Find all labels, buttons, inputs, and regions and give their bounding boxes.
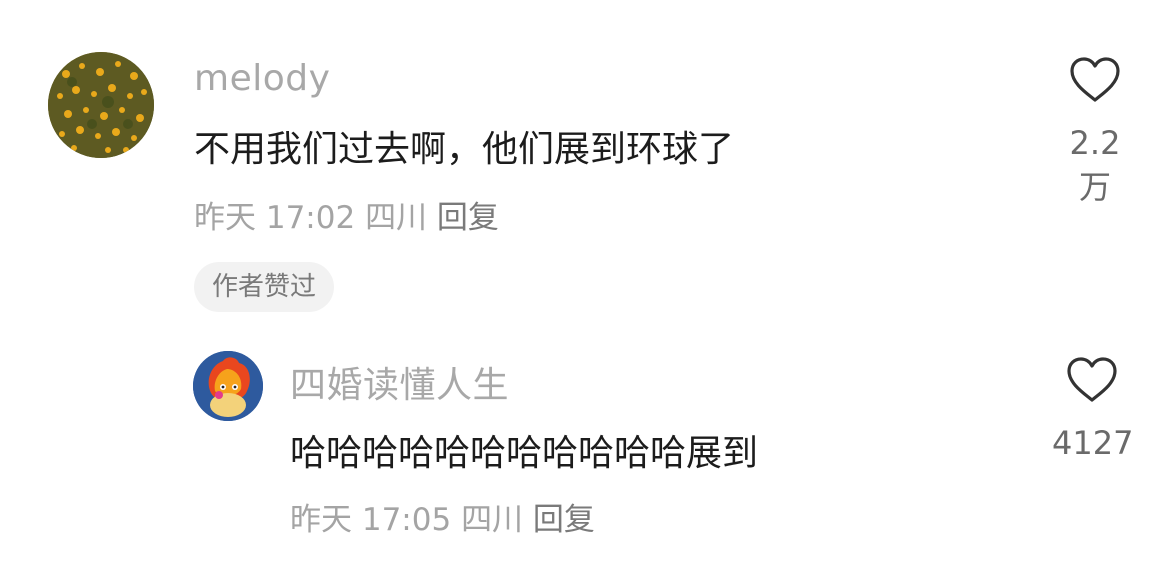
reply-location: 四川 [461,502,524,538]
comment-location: 四川 [365,200,428,236]
comment-text: 不用我们过去啊，他们展到环球了 [194,129,735,170]
avatar-flower-image [48,52,154,158]
reply-meta: 昨天 17:05 四川 回复 [290,494,595,539]
comment-like-button[interactable]: 2.2万 [1055,56,1135,208]
comment-time: 昨天 17:02 [194,200,356,236]
comment-like-count: 2.2万 [1069,124,1121,206]
heart-icon[interactable] [1068,56,1122,104]
comment-meta: 昨天 17:02 四川 回复 [194,192,499,237]
heart-icon[interactable] [1065,356,1119,404]
reply-text: 哈哈哈哈哈哈哈哈哈哈哈展到 [290,433,759,474]
reply-time: 昨天 17:05 [290,502,452,538]
reply-like-count: 4127 [1052,424,1134,462]
comment-username[interactable]: melody [194,58,330,99]
author-liked-badge: 作者赞过 [194,262,335,312]
reply-like-button[interactable]: 4127 [1052,356,1134,462]
avatar[interactable] [48,52,154,158]
avatar-cartoon-image [193,351,263,421]
reply-button[interactable]: 回复 [437,200,499,236]
reply-avatar[interactable] [193,351,263,421]
reply-username[interactable]: 四婚读懂人生 [290,356,509,408]
reply-reply-button[interactable]: 回复 [533,502,595,538]
